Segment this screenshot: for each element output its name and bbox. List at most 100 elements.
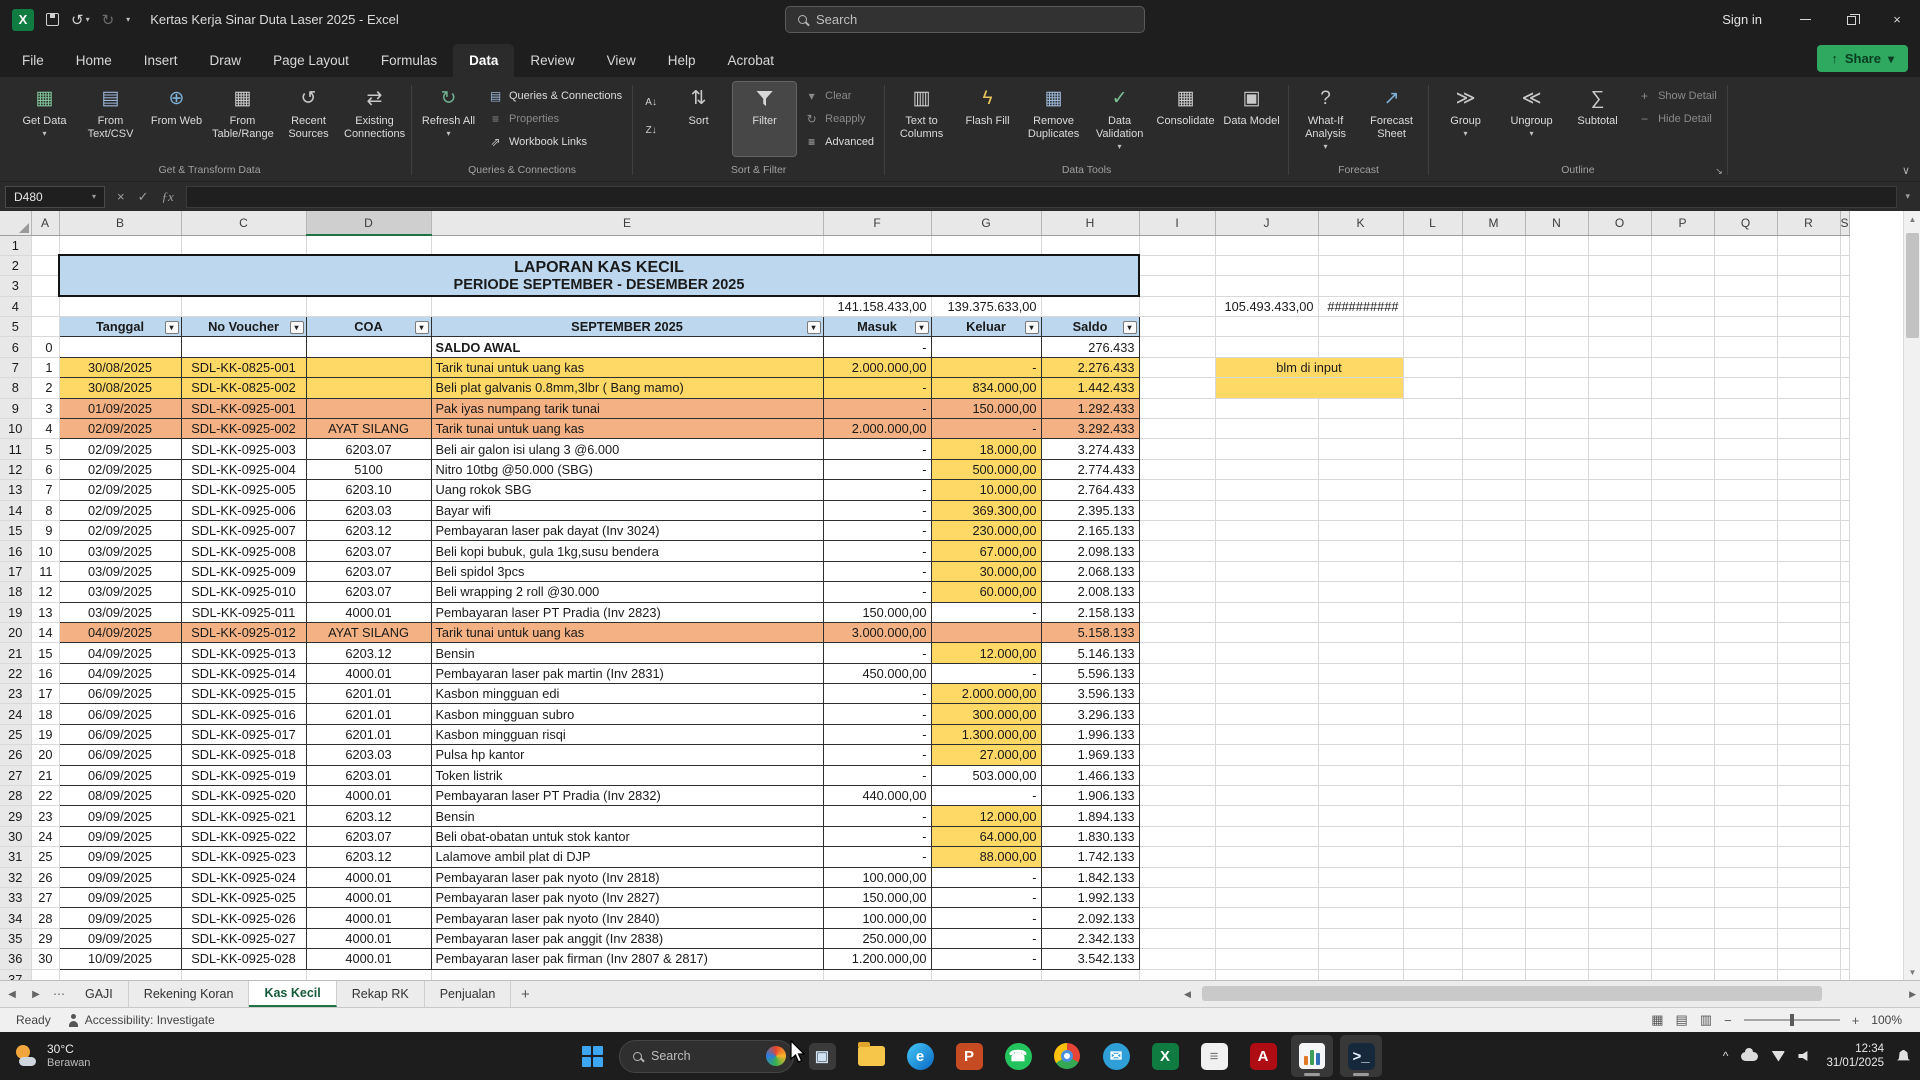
row-number[interactable]: 25	[31, 847, 59, 867]
flash-fill-button[interactable]: ϟFlash Fill	[956, 82, 1019, 156]
cell[interactable]	[1777, 459, 1840, 479]
cell[interactable]	[1403, 419, 1462, 439]
table-row-tanggal[interactable]: 30/08/2025	[59, 378, 181, 398]
cell[interactable]	[1139, 826, 1215, 846]
row-number[interactable]: 9	[31, 520, 59, 540]
cell[interactable]	[1215, 704, 1318, 724]
table-row-keluar[interactable]	[931, 622, 1041, 642]
cell[interactable]	[1588, 480, 1651, 500]
cell[interactable]	[181, 337, 306, 357]
row-header-25[interactable]: 25	[0, 724, 31, 744]
table-row-voucher[interactable]: SDL-KK-0925-002	[181, 419, 306, 439]
table-row-desc[interactable]: Tarik tunai untuk uang kas	[431, 419, 823, 439]
table-row-tanggal[interactable]: 03/09/2025	[59, 602, 181, 622]
saldo-awal-saldo[interactable]: 276.433	[1041, 337, 1139, 357]
cell[interactable]	[1777, 541, 1840, 561]
row-header-28[interactable]: 28	[0, 786, 31, 806]
column-header-C[interactable]: C	[181, 211, 306, 235]
cell[interactable]	[1139, 949, 1215, 969]
cell[interactable]	[1588, 847, 1651, 867]
table-row-saldo[interactable]: 3.296.133	[1041, 704, 1139, 724]
cell[interactable]	[1318, 745, 1403, 765]
cell[interactable]	[1462, 520, 1525, 540]
table-row-masuk[interactable]: -	[823, 765, 931, 785]
table-row-coa[interactable]: 4000.01	[306, 928, 431, 948]
table-row-saldo[interactable]: 1.742.133	[1041, 847, 1139, 867]
table-row-keluar[interactable]: 2.000.000,00	[931, 684, 1041, 704]
cell[interactable]	[1462, 806, 1525, 826]
cell[interactable]	[1139, 561, 1215, 581]
row-header-35[interactable]: 35	[0, 928, 31, 948]
scroll-down-arrow[interactable]: ▼	[1904, 964, 1920, 980]
cell[interactable]	[1215, 561, 1318, 581]
cell[interactable]	[1139, 867, 1215, 887]
cell[interactable]	[1215, 765, 1318, 785]
table-row-keluar[interactable]: 30.000,00	[931, 561, 1041, 581]
cell[interactable]	[1318, 847, 1403, 867]
cell[interactable]	[1840, 235, 1849, 255]
sort-ascending-button[interactable]: A↓	[638, 90, 664, 114]
table-row-voucher[interactable]: SDL-KK-0825-001	[181, 357, 306, 377]
cell[interactable]	[1403, 500, 1462, 520]
row-number[interactable]: 21	[31, 765, 59, 785]
cell[interactable]	[1139, 643, 1215, 663]
table-row-saldo[interactable]: 2.165.133	[1041, 520, 1139, 540]
cell[interactable]	[1403, 765, 1462, 785]
table-row-masuk[interactable]: -	[823, 459, 931, 479]
cell[interactable]	[1714, 622, 1777, 642]
cell[interactable]	[1840, 949, 1849, 969]
ribbon-tab-formulas[interactable]: Formulas	[365, 44, 453, 77]
column-header-B[interactable]: B	[59, 211, 181, 235]
cell[interactable]	[1588, 337, 1651, 357]
cell[interactable]	[1462, 459, 1525, 479]
cell[interactable]	[1777, 419, 1840, 439]
filter-button-icon[interactable]: ▾	[165, 321, 179, 334]
cell[interactable]	[1462, 622, 1525, 642]
cell[interactable]	[1714, 520, 1777, 540]
table-row-tanggal[interactable]: 06/09/2025	[59, 745, 181, 765]
column-header-P[interactable]: P	[1651, 211, 1714, 235]
cell[interactable]	[1403, 908, 1462, 928]
table-row-saldo[interactable]: 3.274.433	[1041, 439, 1139, 459]
filter-button-icon[interactable]: ▾	[415, 321, 429, 334]
cell[interactable]	[1714, 439, 1777, 459]
cell[interactable]	[31, 276, 59, 296]
cell[interactable]	[1139, 357, 1215, 377]
refresh-all-button[interactable]: ↻Refresh All▾	[417, 82, 480, 156]
cell[interactable]	[1462, 541, 1525, 561]
powerpoint-taskbar-button[interactable]: P	[948, 1035, 990, 1077]
table-row-keluar[interactable]: 230.000,00	[931, 520, 1041, 540]
cell[interactable]	[1777, 826, 1840, 846]
table-row-voucher[interactable]: SDL-KK-0925-004	[181, 459, 306, 479]
row-number[interactable]: 16	[31, 663, 59, 683]
cell[interactable]	[1403, 561, 1462, 581]
table-row-masuk[interactable]: 2.000.000,00	[823, 419, 931, 439]
row-header-11[interactable]: 11	[0, 439, 31, 459]
cell[interactable]	[1840, 724, 1849, 744]
table-row-saldo[interactable]: 5.596.133	[1041, 663, 1139, 683]
table-row-keluar[interactable]: 1.300.000,00	[931, 724, 1041, 744]
column-header-H[interactable]: H	[1041, 211, 1139, 235]
cell[interactable]	[1588, 419, 1651, 439]
cell[interactable]	[1318, 969, 1403, 980]
cell[interactable]	[1714, 908, 1777, 928]
cell[interactable]	[1462, 419, 1525, 439]
note-cell[interactable]	[1215, 378, 1403, 398]
cell[interactable]	[1525, 745, 1588, 765]
row-header-6[interactable]: 6	[0, 337, 31, 357]
cell[interactable]	[1139, 622, 1215, 642]
cell[interactable]	[1714, 602, 1777, 622]
mail-taskbar-button[interactable]: ✉	[1095, 1035, 1137, 1077]
table-row-keluar[interactable]: -	[931, 888, 1041, 908]
cell[interactable]	[1139, 276, 1215, 296]
row-header-37[interactable]: 37	[0, 969, 31, 980]
cell[interactable]	[1588, 806, 1651, 826]
row-number[interactable]: 2	[31, 378, 59, 398]
table-row-tanggal[interactable]: 06/09/2025	[59, 684, 181, 704]
cell[interactable]	[1318, 480, 1403, 500]
cell[interactable]	[1714, 561, 1777, 581]
cell[interactable]	[1215, 520, 1318, 540]
cell[interactable]	[1462, 235, 1525, 255]
ribbon-tab-review[interactable]: Review	[514, 44, 590, 77]
row-number[interactable]: 28	[31, 908, 59, 928]
